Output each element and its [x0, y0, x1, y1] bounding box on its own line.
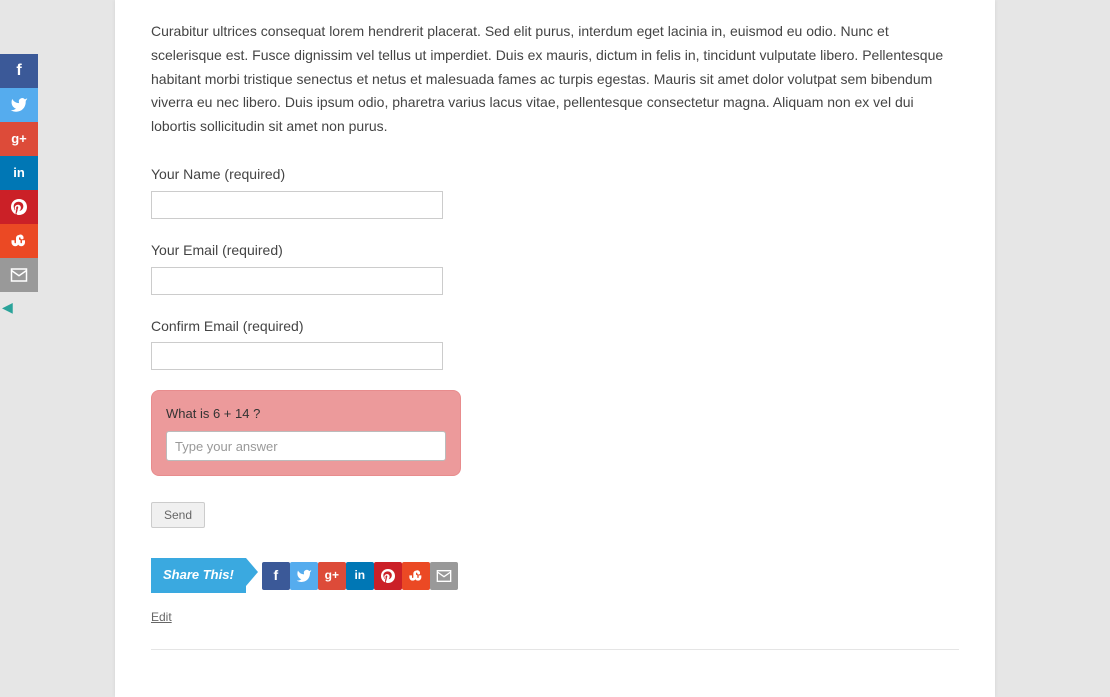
email-input[interactable] [151, 267, 443, 295]
facebook-icon[interactable]: f [0, 54, 38, 88]
hide-sidebar-icon[interactable]: ◀ [2, 296, 20, 312]
facebook-icon[interactable]: f [262, 562, 290, 590]
divider [151, 649, 959, 650]
captcha-box: What is 6 + 14 ? [151, 390, 461, 476]
name-input[interactable] [151, 191, 443, 219]
send-button[interactable]: Send [151, 502, 205, 528]
googleplus-icon[interactable]: g+ [318, 562, 346, 590]
googleplus-icon[interactable]: g+ [0, 122, 38, 156]
share-strip: Share This! f g+ in [151, 558, 959, 592]
pinterest-icon[interactable] [0, 190, 38, 224]
linkedin-icon[interactable]: in [0, 156, 38, 190]
mail-icon[interactable] [430, 562, 458, 590]
share-icons-row: f g+ in [262, 562, 458, 590]
stumbleupon-icon[interactable] [0, 224, 38, 258]
confirm-email-label: Confirm Email (required) [151, 315, 959, 339]
twitter-icon[interactable] [0, 88, 38, 122]
captcha-input[interactable] [166, 431, 446, 461]
content-card: Curabitur ultrices consequat lorem hendr… [115, 0, 995, 697]
confirm-email-input[interactable] [151, 342, 443, 370]
captcha-label: What is 6 + 14 ? [166, 403, 446, 425]
pinterest-icon[interactable] [374, 562, 402, 590]
edit-link[interactable]: Edit [151, 610, 172, 624]
intro-paragraph: Curabitur ultrices consequat lorem hendr… [151, 20, 959, 139]
vertical-share-bar: f g+ in ◀ [0, 54, 38, 312]
mail-icon[interactable] [0, 258, 38, 292]
edit-link-row: Edit [151, 607, 959, 627]
confirm-email-row: Confirm Email (required) [151, 315, 959, 371]
name-label: Your Name (required) [151, 163, 959, 187]
linkedin-icon[interactable]: in [346, 562, 374, 590]
twitter-icon[interactable] [290, 562, 318, 590]
email-label: Your Email (required) [151, 239, 959, 263]
share-this-badge: Share This! [151, 558, 246, 592]
stumbleupon-icon[interactable] [402, 562, 430, 590]
name-row: Your Name (required) [151, 163, 959, 219]
email-row: Your Email (required) [151, 239, 959, 295]
